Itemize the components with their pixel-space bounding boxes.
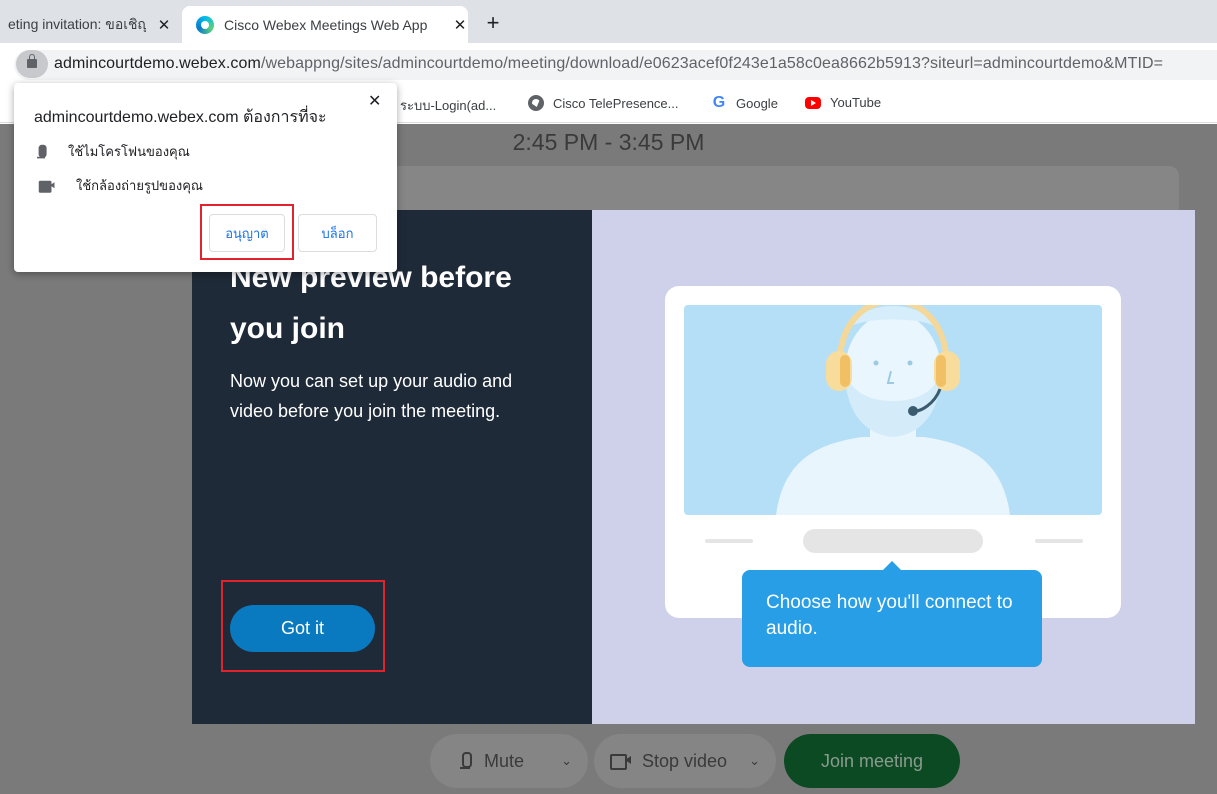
microphone-icon [37, 144, 47, 158]
close-icon[interactable]: ✕ [368, 91, 381, 111]
google-icon: G [712, 94, 726, 111]
bookmark-youtube[interactable]: YouTube [805, 95, 881, 110]
got-it-button[interactable]: Got it [230, 605, 375, 652]
screen-illustration [684, 305, 1102, 515]
modal-text-panel: New preview before you join Now you can … [192, 210, 592, 724]
new-tab-button[interactable]: + [478, 8, 508, 38]
permission-prompt: admincourtdemo.webex.com ต้องการที่จะ ✕ … [14, 83, 397, 272]
block-button[interactable]: บล็อก [298, 214, 377, 252]
chevron-down-icon[interactable]: ⌄ [749, 753, 760, 769]
tab-title: eting invitation: ขอเชิญ [8, 15, 146, 32]
permission-camera: ใช้กล้องถ่ายรูปของคุณ [36, 175, 203, 196]
decorative-line [705, 539, 753, 543]
decorative-bar [803, 529, 983, 553]
allow-button[interactable]: อนุญาต [209, 214, 285, 252]
url-host: admincourtdemo.webex.com [54, 55, 261, 72]
bookmark-cisco-telepresence[interactable]: Cisco TelePresence... [528, 95, 679, 111]
mute-button[interactable]: Mute ⌄ [430, 734, 588, 788]
browser-tab-strip: eting invitation: ขอเชิญ ✕ Cisco Webex M… [0, 0, 1217, 43]
permission-label: ใช้กล้องถ่ายรูปของคุณ [76, 178, 203, 193]
permission-prompt-title: admincourtdemo.webex.com ต้องการที่จะ [34, 109, 327, 126]
bookmark-label: Google [736, 95, 778, 111]
close-icon[interactable]: ✕ [452, 16, 468, 34]
meeting-controls: Mute ⌄ Stop video ⌄ Join meeting [0, 734, 1217, 790]
microphone-icon [460, 752, 472, 770]
globe-icon [528, 95, 544, 111]
bookmark-label: ระบบ-Login(ad... [400, 98, 497, 113]
headset-person-illustration [776, 305, 1010, 515]
lock-icon [27, 54, 37, 68]
join-meeting-button[interactable]: Join meeting [784, 734, 960, 788]
modal-illustration-panel: Choose how you'll connect to audio. [592, 210, 1195, 724]
stop-video-label: Stop video [642, 750, 728, 771]
url-text[interactable]: admincourtdemo.webex.com/webappng/sites/… [54, 55, 1163, 73]
camera-icon [38, 180, 56, 193]
bookmark-label: Cisco TelePresence... [553, 95, 679, 111]
bookmark-login[interactable]: ระบบ-Login(ad... [400, 95, 496, 116]
permission-label: ใช้ไมโครโฟนของคุณ [68, 144, 190, 159]
chevron-down-icon[interactable]: ⌄ [561, 753, 572, 769]
preview-onboarding-modal: New preview before you join Now you can … [192, 210, 1195, 724]
modal-description: Now you can set up your audio and video … [230, 371, 513, 421]
close-icon[interactable]: ✕ [156, 16, 172, 34]
tab-webex-meetings[interactable]: Cisco Webex Meetings Web App ✕ [182, 6, 468, 43]
tab-meeting-invitation[interactable]: eting invitation: ขอเชิญ ✕ [0, 6, 183, 43]
audio-tip-bubble: Choose how you'll connect to audio. [742, 561, 1042, 667]
site-info-button[interactable] [16, 50, 48, 78]
decorative-line [1035, 539, 1083, 543]
camera-icon [610, 754, 632, 770]
webex-favicon-icon [196, 15, 214, 34]
mute-label: Mute [484, 750, 525, 771]
url-path: /webappng/sites/admincourtdemo/meeting/d… [260, 55, 1164, 72]
stop-video-button[interactable]: Stop video ⌄ [594, 734, 776, 788]
bookmark-google[interactable]: G Google [711, 95, 778, 111]
youtube-icon [805, 96, 821, 109]
bookmark-label: YouTube [830, 95, 882, 110]
permission-microphone: ใช้ไมโครโฟนของคุณ [36, 141, 190, 162]
tab-title: Cisco Webex Meetings Web App [224, 16, 428, 33]
